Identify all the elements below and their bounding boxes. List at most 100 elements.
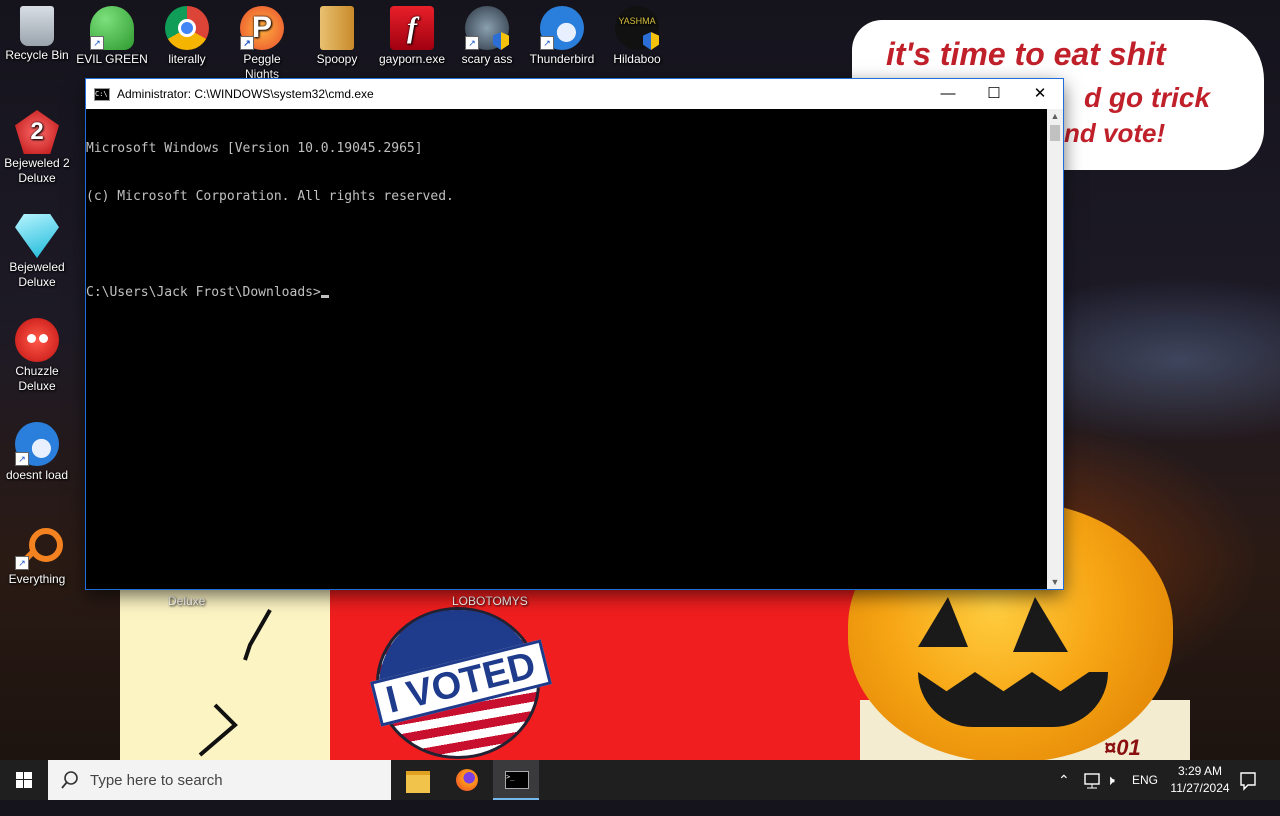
volume-icon[interactable]: 🕨: [1106, 760, 1124, 800]
console-prompt-line[interactable]: C:\Users\Jack Frost\Downloads>: [86, 285, 1047, 301]
shortcut-arrow-icon: ↗: [465, 36, 479, 50]
desktop-icon-label: Peggle Nights: [243, 52, 281, 81]
desktop-icon-label: literally: [168, 52, 206, 66]
taskbar-cmd-active[interactable]: >_: [493, 760, 539, 800]
desktop-icon-label: Everything: [8, 572, 66, 586]
search-icon: [61, 771, 78, 789]
scary-icon: ↗: [465, 6, 509, 50]
bubble-line-1: it's time to eat shit: [886, 36, 1166, 72]
desktop-icon-recycle-bin[interactable]: Recycle Bin: [0, 0, 74, 63]
console-output[interactable]: Microsoft Windows [Version 10.0.19045.29…: [86, 109, 1047, 589]
bubble-line-3: nd vote!: [1064, 118, 1166, 148]
console-line: Microsoft Windows [Version 10.0.19045.29…: [86, 141, 423, 156]
cmd-window[interactable]: C:\ Administrator: C:\WINDOWS\system32\c…: [86, 79, 1063, 589]
desktop-icon-evil-green-men[interactable]: ↗ EVIL GREEN MEN GO: [75, 0, 149, 67]
shortcut-arrow-icon: ↗: [15, 556, 29, 570]
folder-icon: [320, 6, 354, 50]
thunderbird-icon: ↗: [540, 6, 584, 50]
scroll-up-arrow-icon[interactable]: ▲: [1047, 109, 1063, 123]
close-button[interactable]: ✕: [1017, 79, 1063, 109]
maximize-button[interactable]: ☐: [971, 79, 1017, 109]
desktop-icon-bejeweled-2[interactable]: 2 Bejeweled 2 Deluxe: [0, 104, 74, 186]
console-line: (c) Microsoft Corporation. All rights re…: [86, 189, 454, 204]
network-glyph: [1084, 773, 1100, 789]
clock-date: 11/27/2024: [1170, 781, 1230, 795]
minimize-button[interactable]: —: [925, 79, 971, 109]
scrollbar-thumb[interactable]: [1050, 125, 1060, 141]
file-explorer-icon: [406, 771, 430, 793]
network-icon[interactable]: [1083, 760, 1101, 800]
peggle-icon: P ↗: [240, 6, 284, 50]
start-button[interactable]: [0, 760, 48, 800]
everything-icon: ↗: [15, 526, 63, 570]
cmd-icon: C:\: [94, 87, 110, 101]
chuzzle-eye-right: [39, 334, 48, 343]
taskbar-file-explorer[interactable]: [395, 760, 441, 800]
shortcut-arrow-icon: ↗: [240, 36, 254, 50]
clock-time: 3:29 AM: [1177, 764, 1223, 778]
hidden-icon-label: LOBOTOMYS: [452, 594, 528, 608]
console-prompt: C:\Users\Jack Frost\Downloads>: [86, 285, 321, 300]
pumpkin-mouth: [918, 672, 1108, 727]
language-indicator[interactable]: ENG: [1132, 760, 1158, 800]
show-hidden-icons-chevron-icon[interactable]: ⌃: [1058, 760, 1074, 800]
yashma-icon: YASHMA: [615, 6, 659, 50]
desktop-icon-spoopy[interactable]: Spoopy: [300, 0, 374, 67]
pumpkin-left-eye: [918, 597, 968, 647]
flash-icon: f: [390, 6, 434, 50]
bejeweled2-icon: 2: [15, 110, 59, 154]
text-cursor: [320, 295, 329, 298]
pumpkin-right-eye: [1013, 597, 1068, 652]
recycle-bin-icon: [20, 6, 54, 46]
scroll-down-arrow-icon[interactable]: ▼: [1047, 575, 1063, 589]
desktop-icon-doesnt-load[interactable]: ↗ doesnt load: [0, 416, 74, 483]
desktop-icon-bejeweled[interactable]: Bejeweled Deluxe: [0, 208, 74, 290]
firefox-icon: [456, 769, 478, 791]
desktop-icon-gayporn-exe[interactable]: f gayporn.exe: [375, 0, 449, 67]
desktop-icon-label: Hildaboo: [613, 52, 661, 66]
uac-shield-icon: [493, 32, 509, 50]
taskbar-search-box[interactable]: Type here to search: [48, 760, 391, 800]
i-voted-sticker: I VOTED: [370, 607, 552, 759]
thunderbird-icon: ↗: [15, 422, 59, 466]
green-men-icon: ↗: [90, 6, 134, 50]
desktop-icon-label: EVIL GREEN MEN GO: [76, 52, 148, 66]
desktop-icon-label: doesnt load: [5, 468, 69, 482]
chrome-icon: [165, 6, 209, 50]
desktop-icon-peggle[interactable]: P ↗ Peggle Nights: [225, 0, 299, 82]
taskbar: Type here to search >_ ⌃ 🕨 ENG 3:29 AM 1…: [0, 760, 1280, 800]
desktop-icon-label: Recycle Bin: [5, 48, 69, 62]
bubble-line-2: d go trick: [1084, 82, 1211, 113]
desktop-icon-label: Chuzzle Deluxe: [15, 364, 59, 393]
window-title: Administrator: C:\WINDOWS\system32\cmd.e…: [117, 87, 374, 101]
taskbar-firefox[interactable]: [444, 760, 490, 800]
windows-logo-icon: [16, 772, 32, 788]
shortcut-arrow-icon: ↗: [15, 452, 29, 466]
diamond-icon: [15, 214, 59, 258]
shortcut-arrow-icon: ↗: [540, 36, 554, 50]
desktop-icon-label: gayporn.exe: [378, 52, 446, 66]
desktop-icon-everything[interactable]: ↗ Everything: [0, 520, 74, 587]
desktop-icon-label: Thunderbird: [529, 52, 595, 66]
cmd-title-bar[interactable]: C:\ Administrator: C:\WINDOWS\system32\c…: [86, 79, 1063, 109]
desktop-icon-label: Spoopy: [316, 52, 358, 66]
hidden-icon-label: Deluxe: [168, 594, 206, 608]
desktop-icon-chuzzle[interactable]: Chuzzle Deluxe: [0, 312, 74, 394]
desktop-icon-literally[interactable]: literally: [150, 0, 224, 67]
shortcut-arrow-icon: ↗: [90, 36, 104, 50]
wallpaper-red-scrawl: ¤01: [1104, 735, 1141, 760]
desktop-icon-scary-ass[interactable]: ↗ scary ass: [450, 0, 524, 67]
desktop-icon-hildaboo[interactable]: YASHMA Hildaboo: [600, 0, 674, 67]
desktop-icon-thunderbird[interactable]: ↗ Thunderbird: [525, 0, 599, 67]
notification-center-icon[interactable]: [1238, 760, 1258, 800]
magnifier-ring: [29, 528, 63, 562]
chrome-center: [178, 19, 196, 37]
vertical-scrollbar[interactable]: ▲ ▼: [1047, 109, 1063, 589]
search-placeholder: Type here to search: [90, 771, 223, 789]
scribble-lines: [198, 609, 272, 757]
clock[interactable]: 3:29 AM 11/27/2024: [1168, 760, 1232, 803]
chuzzle-eye-left: [27, 334, 36, 343]
desktop-icon-label: scary ass: [461, 52, 513, 66]
chuzzle-icon: [15, 318, 59, 362]
